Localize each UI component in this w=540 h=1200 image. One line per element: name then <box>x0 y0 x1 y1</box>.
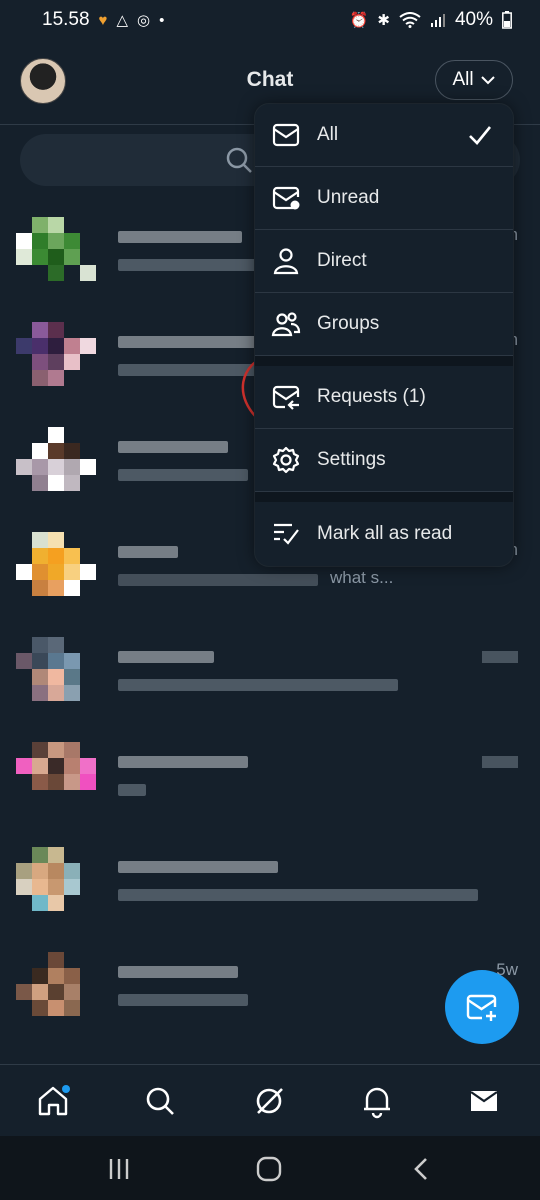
menu-item-label: Groups <box>317 313 380 334</box>
tab-grok[interactable] <box>252 1083 288 1119</box>
menu-divider <box>255 492 513 502</box>
avatar <box>16 532 96 610</box>
tab-home[interactable] <box>36 1083 72 1119</box>
conversation-preview <box>118 679 398 691</box>
conversation-preview <box>118 994 248 1006</box>
conversation-preview <box>118 574 318 586</box>
menu-item-label: Settings <box>317 449 386 470</box>
new-message-icon <box>466 994 497 1021</box>
checkmark-icon <box>469 126 492 145</box>
menu-item-groups[interactable]: Groups <box>255 293 513 356</box>
filter-menu: All Unread Direct Groups Requests (1) Se… <box>255 104 513 566</box>
avatar <box>16 427 96 505</box>
conversation-name <box>118 231 242 243</box>
grok-icon <box>256 1088 283 1114</box>
person-icon <box>273 248 299 275</box>
menu-item-direct[interactable]: Direct <box>255 230 513 293</box>
conversation-name <box>118 546 178 558</box>
system-nav-bar <box>0 1136 540 1200</box>
menu-item-label: All <box>317 124 339 145</box>
signal-icon <box>430 14 445 27</box>
conversation-time <box>482 756 518 768</box>
request-envelope-icon <box>272 385 300 410</box>
chevron-down-icon <box>480 76 495 85</box>
conversation-name <box>118 651 214 663</box>
heart-badge-icon: ♥ <box>98 11 108 29</box>
conversation-preview <box>118 784 146 796</box>
menu-item-all[interactable]: All <box>255 104 513 167</box>
conversation-preview <box>118 259 258 271</box>
filter-label: All <box>452 69 474 90</box>
avatar <box>16 322 96 400</box>
conversation-time <box>482 651 518 663</box>
conversation-row[interactable] <box>0 730 540 835</box>
recents-icon[interactable] <box>106 1156 132 1182</box>
mail-icon <box>470 1091 498 1111</box>
avatar <box>16 742 96 820</box>
bluetooth-icon: ✱ <box>377 12 390 29</box>
unread-envelope-icon <box>272 186 300 210</box>
tab-notifications[interactable] <box>359 1083 395 1119</box>
avatar <box>16 637 94 715</box>
conversation-preview <box>118 469 248 481</box>
menu-item-label: Direct <box>317 250 367 271</box>
menu-divider <box>255 356 513 366</box>
menu-item-requests[interactable]: Requests (1) <box>255 366 513 429</box>
sync-icon: ◎ <box>137 12 151 29</box>
bottom-tab-bar <box>0 1064 540 1137</box>
inbox-icon <box>272 123 300 147</box>
battery-icon <box>502 11 512 29</box>
conversation-name <box>118 756 248 768</box>
search-icon <box>226 147 252 173</box>
conversation-name <box>118 336 258 348</box>
menu-item-label: Unread <box>317 187 380 208</box>
avatar <box>16 952 94 1030</box>
clock: 15.58 <box>42 9 90 30</box>
dot-icon: • <box>159 11 165 29</box>
menu-item-settings[interactable]: Settings <box>255 429 513 492</box>
filter-dropdown-button[interactable]: All <box>435 60 513 100</box>
home-icon <box>38 1085 70 1116</box>
back-icon[interactable] <box>410 1156 432 1182</box>
conversation-row[interactable] <box>0 625 540 730</box>
tab-messages[interactable] <box>466 1083 502 1119</box>
mark-read-icon <box>274 523 299 545</box>
alarm-icon: ⏰ <box>349 12 369 29</box>
conversation-name <box>118 966 238 978</box>
wifi-icon <box>399 12 421 28</box>
conversation-name <box>118 861 278 873</box>
drive-icon: △ <box>116 12 128 29</box>
conversation-preview <box>118 889 478 901</box>
avatar <box>16 217 96 295</box>
new-message-button[interactable] <box>445 970 519 1044</box>
conversation-preview-text: what s... <box>330 568 394 587</box>
menu-item-unread[interactable]: Unread <box>255 167 513 230</box>
menu-item-mark-all-read[interactable]: Mark all as read <box>255 502 513 565</box>
menu-item-label: Requests (1) <box>317 386 426 407</box>
conversation-preview <box>118 364 268 376</box>
avatar <box>16 847 94 925</box>
home-circle-icon[interactable] <box>255 1156 283 1182</box>
search-icon <box>146 1087 174 1115</box>
conversation-row[interactable] <box>0 835 540 940</box>
people-icon <box>271 312 301 337</box>
battery-percent: 40% <box>454 9 493 30</box>
gear-icon <box>272 446 300 474</box>
menu-item-label: Mark all as read <box>317 522 453 544</box>
status-bar: 15.58 ♥ △ ◎ • ⏰ ✱ 40% <box>0 0 540 40</box>
bell-icon <box>364 1087 390 1119</box>
tab-search[interactable] <box>142 1083 178 1119</box>
conversation-name <box>118 441 228 453</box>
